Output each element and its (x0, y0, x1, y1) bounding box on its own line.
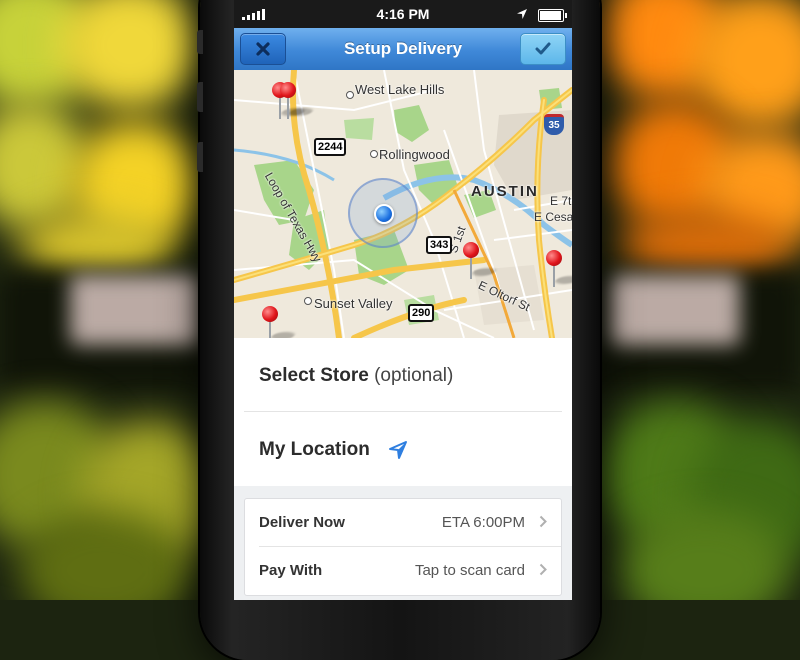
pay-with-value: Tap to scan card (414, 562, 525, 579)
map-label-west-lake-hills: West Lake Hills (355, 82, 445, 97)
location-arrow-icon (516, 7, 528, 23)
current-location-marker (348, 178, 418, 248)
phone-volume-up (197, 82, 203, 112)
map-label-e-cesar: E Cesar C (534, 210, 572, 224)
chevron-right-icon (539, 515, 547, 528)
checkmark-icon (535, 42, 551, 55)
map-label-rollingwood: Rollingwood (379, 147, 450, 162)
select-store-label: Select Store (259, 365, 369, 386)
town-dot (370, 150, 378, 158)
town-dot (346, 91, 354, 99)
deliver-now-row[interactable]: Deliver Now ETA 6:00PM (245, 499, 561, 546)
deliver-now-eta: ETA 6:00PM (441, 514, 525, 531)
phone-mute-switch (197, 30, 203, 54)
app-screen: 4:16 PM Setup Delivery West Lake Hills R… (234, 0, 572, 600)
battery-icon (538, 9, 567, 22)
phone-volume-down (197, 142, 203, 172)
route-shield-343: 343 (426, 236, 453, 254)
map-pin-icon[interactable] (546, 250, 572, 290)
select-store-optional: (optional) (374, 365, 454, 386)
divider (244, 411, 562, 412)
delivery-options-panel: Select Store (optional) My Location Deli… (234, 338, 572, 600)
map-label-sunset-valley: Sunset Valley (314, 296, 393, 311)
map-pin-icon[interactable] (280, 82, 316, 122)
location-section: Select Store (optional) My Location (234, 338, 572, 486)
town-dot (304, 297, 312, 305)
confirm-button[interactable] (520, 33, 566, 65)
map-label-austin: AUSTIN (471, 183, 539, 200)
navigation-bar: Setup Delivery (234, 28, 572, 71)
map-pin-icon[interactable] (262, 306, 298, 338)
my-location-row[interactable]: My Location (259, 439, 408, 461)
pay-with-row[interactable]: Pay With Tap to scan card (245, 547, 561, 594)
delivery-map[interactable]: West Lake Hills Rollingwood AUSTIN Sunse… (234, 70, 572, 338)
deliver-now-label: Deliver Now (259, 514, 345, 531)
route-shield-290: 290 (408, 304, 435, 322)
chevron-right-icon (539, 563, 547, 576)
pay-with-label: Pay With (259, 562, 323, 579)
my-location-label: My Location (259, 439, 370, 460)
navigation-arrow-icon (388, 441, 407, 459)
select-store-row[interactable]: Select Store (optional) (259, 365, 453, 387)
route-shield-2244: 2244 (314, 138, 347, 156)
interstate-shield-35: 35 (544, 114, 564, 135)
order-details-card: Deliver Now ETA 6:00PM Pay With Tap to s… (244, 498, 562, 596)
status-bar: 4:16 PM (234, 0, 572, 28)
map-pin-icon[interactable] (463, 242, 499, 282)
map-label-e-7th: E 7th (550, 194, 572, 208)
